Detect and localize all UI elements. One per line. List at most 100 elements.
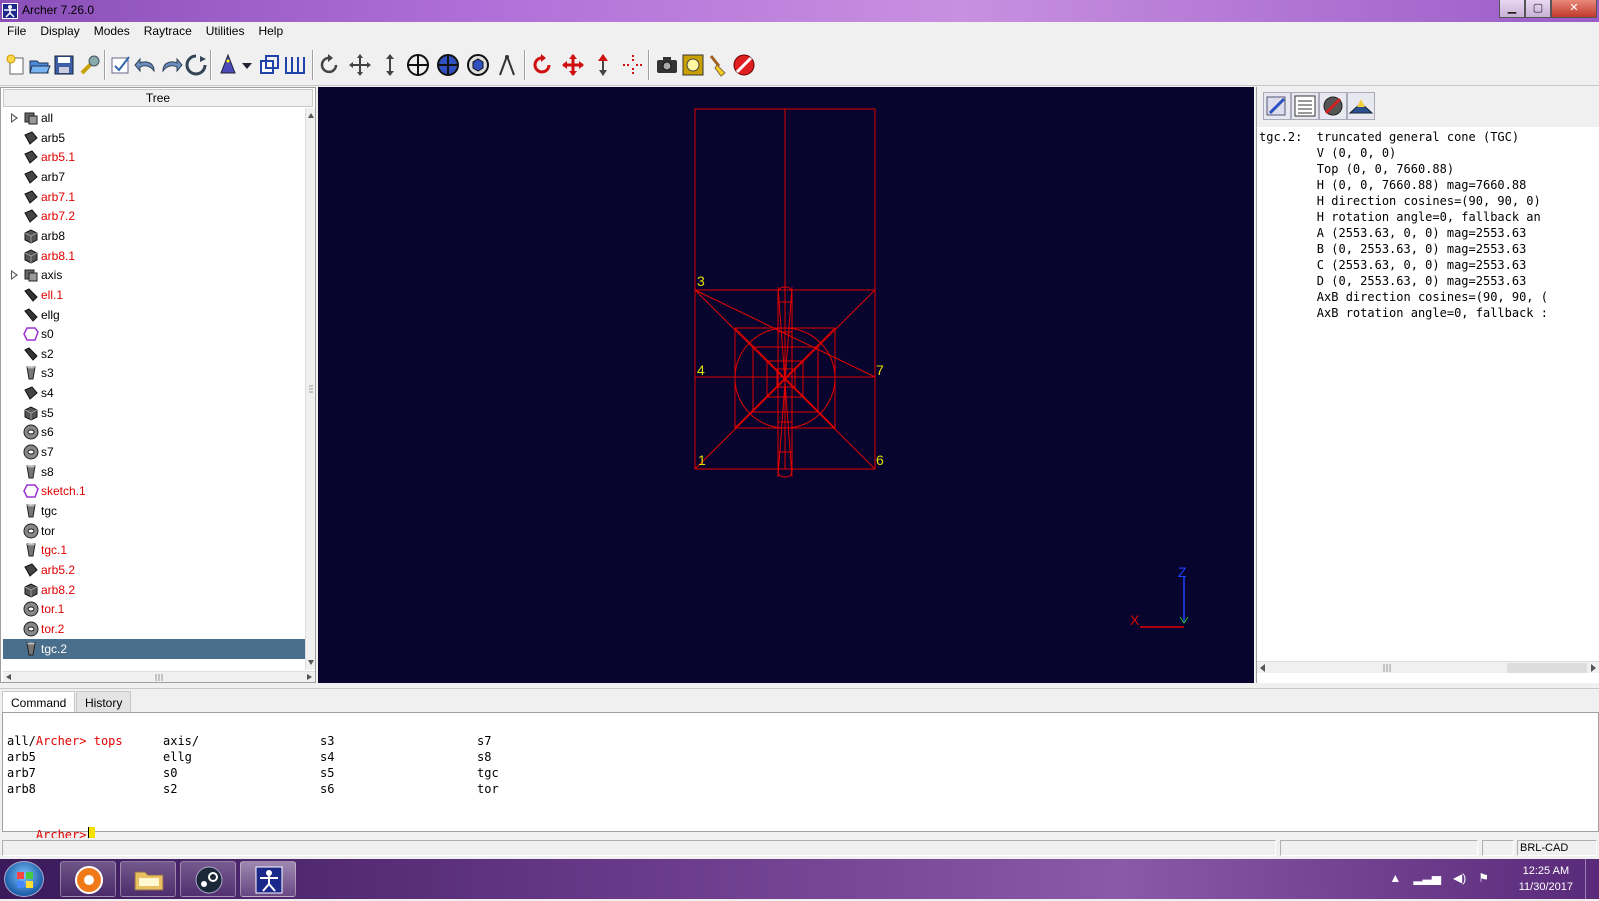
edit-check-icon[interactable]	[109, 53, 133, 77]
rotate-red-icon[interactable]	[531, 53, 555, 77]
info-horizontal-scrollbar[interactable]	[1257, 661, 1599, 673]
tree-item-s6[interactable]: s6	[3, 422, 305, 442]
menu-utilities[interactable]: Utilities	[199, 22, 252, 42]
dropdown-icon[interactable]	[240, 53, 254, 77]
file-explorer-icon[interactable]	[120, 861, 176, 897]
camera-icon[interactable]	[655, 53, 679, 77]
show-desktop-button[interactable]	[1585, 859, 1599, 899]
vertex-label: 3	[697, 273, 705, 289]
tree-item-label: arb7	[41, 169, 66, 184]
tree-item-tgc-1[interactable]: tgc.1	[3, 540, 305, 560]
tree-item-s2[interactable]: s2	[3, 344, 305, 364]
tree-item-s0[interactable]: s0	[3, 324, 305, 344]
command-console[interactable]: Archer> tops all/axis/s3 s7 arb5 ellg s4 s8 ar…	[2, 712, 1599, 842]
action-center-flag-icon[interactable]: ⚑	[1478, 871, 1489, 885]
graphics-viewport[interactable]: 3 4 7 1 6 Z X	[318, 87, 1254, 683]
tree-item-arb8-1[interactable]: arb8.1	[3, 246, 305, 266]
tree-item-tgc[interactable]: tgc	[3, 501, 305, 521]
menu-modes[interactable]: Modes	[87, 22, 137, 42]
layers-icon[interactable]	[258, 53, 282, 77]
scale-red-icon[interactable]	[591, 53, 615, 77]
command-input-line[interactable]: Archer>	[7, 811, 96, 842]
tree-item-arb8-2[interactable]: arb8.2	[3, 580, 305, 600]
system-clock[interactable]: 12:25 AM 11/30/2017	[1519, 863, 1573, 895]
menu-file[interactable]: File	[0, 22, 33, 42]
minimize-button[interactable]: ▁	[1499, 0, 1525, 18]
tree-item-arb5-1[interactable]: arb5.1	[3, 147, 305, 167]
tree-header[interactable]: Tree	[3, 89, 313, 107]
menu-help[interactable]: Help	[251, 22, 290, 42]
menu-bar: File Display Modes Raytrace Utilities He…	[0, 22, 1599, 42]
arb-icon	[23, 130, 39, 146]
globe-icon[interactable]	[436, 53, 460, 77]
tab-history[interactable]: History	[76, 691, 132, 713]
target-icon[interactable]	[406, 53, 430, 77]
network-icon[interactable]: ▂▃▅	[1413, 871, 1441, 885]
torus-icon	[23, 444, 39, 460]
revert-icon[interactable]	[184, 53, 208, 77]
axes-indicator: Z X	[1130, 564, 1189, 628]
tree-item-arb7-2[interactable]: arb7.2	[3, 206, 305, 226]
open-icon[interactable]	[28, 53, 52, 77]
cube-icon[interactable]	[466, 53, 490, 77]
archer-icon[interactable]	[240, 861, 296, 897]
tree-item-s8[interactable]: s8	[3, 462, 305, 482]
maximize-button[interactable]: ▢	[1525, 0, 1551, 18]
tree-item-ell-1[interactable]: ell.1	[3, 285, 305, 305]
translate-red-icon[interactable]	[561, 53, 585, 77]
edit-pencil-icon[interactable]	[1263, 92, 1291, 120]
preferences-wrench-icon[interactable]	[78, 53, 102, 77]
tree-item-axis[interactable]: axis	[3, 265, 305, 285]
text-table-icon[interactable]	[1291, 92, 1319, 120]
expand-triangle-icon[interactable]	[11, 270, 18, 281]
arb-icon	[23, 562, 39, 578]
scale-icon[interactable]	[378, 53, 402, 77]
new-icon[interactable]	[4, 53, 28, 77]
tree-horizontal-scrollbar[interactable]	[3, 671, 315, 682]
tree-item-tor[interactable]: tor	[3, 521, 305, 541]
tree-item-all[interactable]: all	[3, 108, 305, 128]
wireframe-canvas[interactable]: 3 4 7 1 6 Z X	[318, 87, 1254, 683]
measure-icon[interactable]	[283, 53, 307, 77]
start-button[interactable]	[4, 861, 44, 897]
steam-icon[interactable]	[180, 861, 236, 897]
clear-brush-icon[interactable]	[707, 53, 731, 77]
tree-item-arb7-1[interactable]: arb7.1	[3, 187, 305, 207]
tree-item-s4[interactable]: s4	[3, 383, 305, 403]
tray-expand-icon[interactable]: ▲	[1389, 871, 1401, 885]
menu-display[interactable]: Display	[33, 22, 86, 42]
raytrace-icon[interactable]	[681, 53, 705, 77]
undo-icon[interactable]	[134, 53, 158, 77]
save-icon[interactable]	[52, 53, 76, 77]
tree-item-tor-1[interactable]: tor.1	[3, 599, 305, 619]
tree-item-tgc-2[interactable]: tgc.2	[3, 638, 305, 659]
tree-vertical-scrollbar[interactable]	[305, 108, 315, 670]
tree-item-tor-2[interactable]: tor.2	[3, 619, 305, 639]
tree-item-s5[interactable]: s5	[3, 403, 305, 423]
tree-item-arb7[interactable]: arb7	[3, 167, 305, 187]
tools-icon[interactable]	[1319, 92, 1347, 120]
tree-item-arb5[interactable]: arb5	[3, 128, 305, 148]
compass-icon[interactable]	[495, 53, 519, 77]
expand-triangle-icon[interactable]	[11, 113, 18, 123]
redo-icon[interactable]	[159, 53, 183, 77]
browser-icon[interactable]	[60, 861, 116, 897]
status-message	[2, 840, 1276, 856]
tree-item-ellg[interactable]: ellg	[3, 305, 305, 325]
tree-item-s7[interactable]: s7	[3, 442, 305, 462]
tree-item-sketch-1[interactable]: sketch.1	[3, 481, 305, 501]
view-terrain-icon[interactable]	[1347, 92, 1375, 120]
tab-command[interactable]: Command	[2, 691, 76, 713]
center-icon[interactable]	[621, 53, 645, 77]
volume-icon[interactable]: ◀)	[1453, 871, 1466, 885]
axis-x-label: X	[1130, 612, 1140, 628]
move-icon[interactable]	[348, 53, 372, 77]
no-entry-icon[interactable]	[732, 53, 756, 77]
close-button[interactable]: ✕	[1551, 0, 1597, 18]
tree-item-arb5-2[interactable]: arb5.2	[3, 560, 305, 580]
menu-raytrace[interactable]: Raytrace	[137, 22, 199, 42]
tree-item-arb8[interactable]: arb8	[3, 226, 305, 246]
wizard-icon[interactable]	[216, 53, 240, 77]
rotate-icon[interactable]	[318, 53, 342, 77]
tree-item-s3[interactable]: s3	[3, 363, 305, 383]
